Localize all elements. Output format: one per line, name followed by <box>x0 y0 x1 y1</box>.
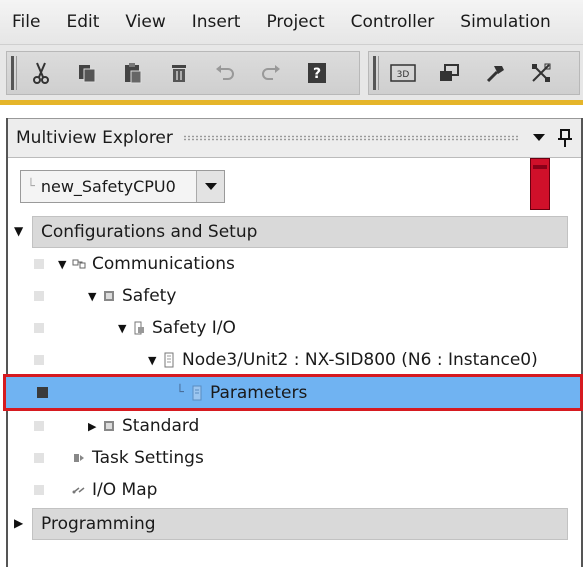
device-name: new_SafetyCPU0 <box>40 177 176 196</box>
dropdown-arrow-icon <box>533 134 545 141</box>
panel-drag-handle[interactable] <box>182 135 519 141</box>
tree-item-parameters-selected[interactable]: └ Parameters <box>3 374 583 411</box>
row-marker <box>34 259 44 269</box>
tree-item-safety[interactable]: ▼ Safety <box>8 280 581 312</box>
edit-toolbar-group: ? <box>6 51 360 95</box>
tree-connector-icon: └ <box>27 179 35 194</box>
window-icon <box>440 64 459 81</box>
tree-item-label: Safety <box>122 286 177 306</box>
tree-item-io-map[interactable]: I/O Map <box>8 474 581 506</box>
undo-icon <box>216 65 234 80</box>
toolbar-grip[interactable] <box>11 56 17 90</box>
expanded-arrow-icon[interactable]: ▼ <box>88 290 100 303</box>
controller-status-indicator <box>530 158 550 210</box>
tree-item-standard[interactable]: ▶ Standard <box>8 410 581 442</box>
delete-icon <box>172 65 186 82</box>
task-settings-icon <box>70 451 88 465</box>
collapsed-arrow-icon[interactable]: ▶ <box>14 516 23 530</box>
toolbar-grip[interactable] <box>373 56 379 90</box>
menu-simulation[interactable]: Simulation <box>446 12 551 32</box>
panel-pin-button[interactable] <box>555 128 575 148</box>
row-marker <box>34 323 44 333</box>
tree-item-label: Safety I/O <box>152 318 236 338</box>
section-header-programming[interactable]: Programming <box>32 508 568 540</box>
section-header-configurations[interactable]: Configurations and Setup <box>32 216 568 248</box>
cut-button[interactable] <box>23 56 59 90</box>
tree-item-task-settings[interactable]: Task Settings <box>8 442 581 474</box>
redo-button[interactable] <box>253 56 289 90</box>
parameters-icon <box>188 385 206 401</box>
expanded-arrow-icon[interactable]: ▼ <box>58 258 70 271</box>
menu-insert[interactable]: Insert <box>178 12 241 32</box>
tree-item-safety-io[interactable]: ▼ Safety I/O <box>8 312 581 344</box>
svg-text:3D: 3D <box>397 70 410 80</box>
row-marker <box>34 485 44 495</box>
expanded-arrow-icon[interactable]: ▼ <box>14 224 23 238</box>
row-marker <box>34 291 44 301</box>
expanded-arrow-icon[interactable]: ▼ <box>118 322 130 335</box>
multiview-explorer-panel: Multiview Explorer └ new_SafetyCPU0 ▼ Co… <box>3 118 583 567</box>
cut-icon <box>33 62 49 84</box>
window-button[interactable] <box>431 56 467 90</box>
chevron-down-icon <box>204 182 217 190</box>
io-unit-icon <box>160 352 178 368</box>
section-label: Configurations and Setup <box>41 222 258 242</box>
paste-icon <box>125 63 142 84</box>
tree-item-communications[interactable]: ▼ Communications <box>8 248 581 280</box>
3d-view-icon: 3D <box>390 64 416 82</box>
panel-title: Multiview Explorer <box>16 128 173 148</box>
tree-item-label: Node3/Unit2 : NX-SID800 (N6 : Instance0) <box>182 350 538 370</box>
device-dropdown-button[interactable] <box>196 171 224 202</box>
transfer-icon <box>532 63 551 82</box>
menu-project[interactable]: Project <box>252 12 324 32</box>
3d-view-button[interactable]: 3D <box>385 56 421 90</box>
row-marker <box>34 421 44 431</box>
help-icon: ? <box>308 63 326 83</box>
tree-item-node[interactable]: ▼ Node3/Unit2 : NX-SID800 (N6 : Instance… <box>8 344 581 376</box>
tree-item-label: Standard <box>122 416 200 436</box>
safety-io-icon <box>130 321 148 335</box>
toolbar-accent-line <box>0 100 583 105</box>
tree-item-label: Communications <box>92 254 235 274</box>
tree-section-configurations[interactable]: ▼ Configurations and Setup <box>8 216 581 248</box>
tree-connector-icon: └ <box>176 385 184 400</box>
menu-bar: File Edit View Insert Project Controller… <box>0 0 583 44</box>
svg-text:?: ? <box>313 66 321 82</box>
copy-icon <box>79 65 96 83</box>
tree-section-programming[interactable]: ▶ Programming <box>8 508 581 540</box>
communications-icon <box>70 257 88 271</box>
row-marker <box>37 387 48 398</box>
undo-button[interactable] <box>207 56 243 90</box>
menu-view[interactable]: View <box>111 12 165 32</box>
transfer-button[interactable] <box>523 56 559 90</box>
build-button[interactable] <box>477 56 513 90</box>
panel-menu-button[interactable] <box>529 128 549 148</box>
io-map-icon <box>70 483 88 497</box>
collapsed-arrow-icon[interactable]: ▶ <box>88 420 100 433</box>
help-button[interactable]: ? <box>299 56 335 90</box>
menu-controller[interactable]: Controller <box>337 12 435 32</box>
section-label: Programming <box>41 514 156 534</box>
paste-button[interactable] <box>115 56 151 90</box>
build-icon <box>486 66 504 83</box>
redo-icon <box>262 65 280 80</box>
row-marker <box>34 453 44 463</box>
view-toolbar-group: 3D <box>368 51 580 95</box>
tree-item-label: Task Settings <box>92 448 204 468</box>
tree-item-label: I/O Map <box>92 480 158 500</box>
tree-item-label: Parameters <box>210 382 308 403</box>
menu-file[interactable]: File <box>0 12 40 32</box>
standard-network-icon <box>100 419 118 433</box>
pin-icon <box>558 129 572 147</box>
menu-edit[interactable]: Edit <box>52 12 99 32</box>
safety-network-icon <box>100 289 118 303</box>
delete-button[interactable] <box>161 56 197 90</box>
row-marker <box>34 355 44 365</box>
device-selector[interactable]: └ new_SafetyCPU0 <box>20 170 225 203</box>
toolbar: ? 3D <box>0 44 583 100</box>
panel-header: Multiview Explorer <box>8 118 581 158</box>
copy-button[interactable] <box>69 56 105 90</box>
expanded-arrow-icon[interactable]: ▼ <box>148 354 160 367</box>
